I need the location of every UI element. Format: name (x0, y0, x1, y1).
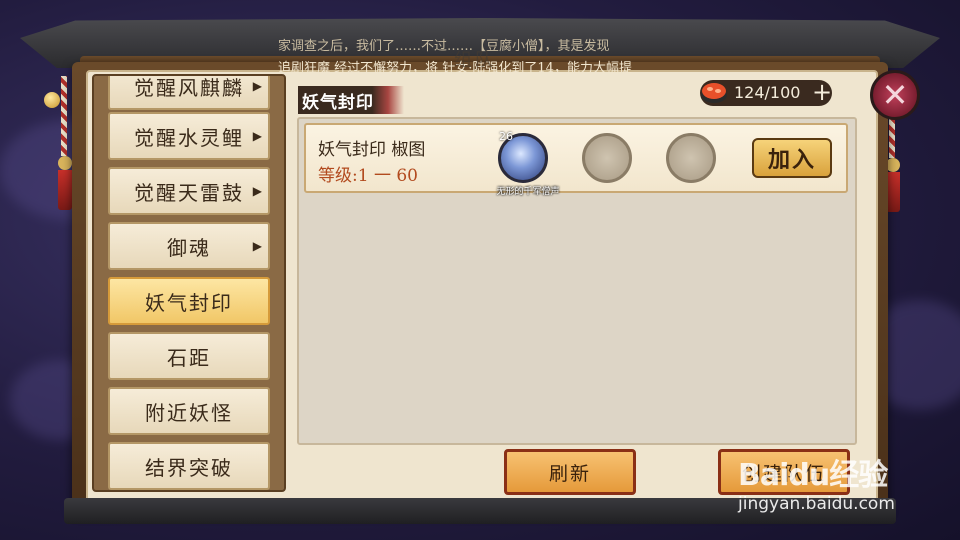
currency-display: 124/100 + (700, 80, 832, 106)
baidu-watermark: Baidu经验 jingyan.baidu.com (738, 448, 948, 518)
member-slot-empty (582, 133, 632, 183)
sushi-icon (698, 76, 730, 108)
sidebar-item-label: 觉醒天雷鼓 (134, 180, 244, 205)
sidebar-item-label: 御魂 (167, 235, 211, 260)
watermark-url: jingyan.baidu.com (738, 494, 895, 514)
close-icon: ✕ (881, 76, 909, 114)
close-button[interactable]: ✕ (870, 70, 920, 120)
member-slot-empty (666, 133, 716, 183)
sidebar-item-soul[interactable]: 御魂 ▶ (108, 222, 270, 270)
currency-count: 124/100 (734, 83, 801, 102)
sidebar-item-label: 结界突破 (145, 455, 233, 480)
sidebar-item-label: 石距 (167, 345, 211, 370)
join-team-button[interactable]: 加入 (752, 138, 832, 178)
chevron-right-icon: ▶ (252, 184, 264, 198)
sidebar-item-awaken-kirin[interactable]: 觉醒风麒麟 ▶ (108, 75, 270, 110)
sidebar-item-octopus[interactable]: 石距 (108, 332, 270, 380)
ticker-line: 家调查之后，我们了……不过……【豆腐小僧】，其是发现 (278, 39, 610, 54)
sidebar-item-label: 附近妖怪 (145, 400, 233, 425)
team-level-range: 等级:1 一 60 (318, 166, 418, 186)
sidebar-item-label: 觉醒风麒麟 (134, 75, 244, 100)
faded-window-title: 组队 (454, 50, 496, 71)
left-bell-icon (44, 92, 60, 108)
left-tassel (58, 76, 72, 210)
sidebar-item-demon-seal[interactable]: 妖气封印 (108, 277, 270, 325)
section-title: 妖气封印 (298, 86, 404, 114)
watermark-brand: Baidu经验 (738, 458, 888, 493)
chevron-right-icon: ▶ (252, 129, 264, 143)
sidebar-item-realm-raid[interactable]: 结界突破 (108, 442, 270, 490)
chevron-right-icon: ▶ (252, 239, 264, 253)
sidebar-item-awaken-koi[interactable]: 觉醒水灵鲤 ▶ (108, 112, 270, 160)
team-name: 妖气封印 椒图 (318, 140, 426, 160)
member-level: 26 (499, 130, 513, 143)
sidebar-item-awaken-thunder-drum[interactable]: 觉醒天雷鼓 ▶ (108, 167, 270, 215)
category-sidebar[interactable]: 觉醒风麒麟 ▶ 觉醒水灵鲤 ▶ 觉醒天雷鼓 ▶ 御魂 ▶ 妖气封印 石距 附近妖… (92, 74, 286, 492)
member-name: 无形的千军僧声 (496, 187, 560, 197)
sidebar-item-nearby-monsters[interactable]: 附近妖怪 (108, 387, 270, 435)
sidebar-item-label: 觉醒水灵鲤 (134, 125, 244, 150)
member-slot-filled[interactable]: 26 无形的千军僧声 (496, 130, 559, 197)
sidebar-item-label: 妖气封印 (145, 290, 233, 315)
refresh-button[interactable]: 刷新 (504, 449, 636, 495)
chevron-right-icon: ▶ (252, 79, 264, 93)
add-currency-button[interactable]: + (810, 80, 834, 105)
